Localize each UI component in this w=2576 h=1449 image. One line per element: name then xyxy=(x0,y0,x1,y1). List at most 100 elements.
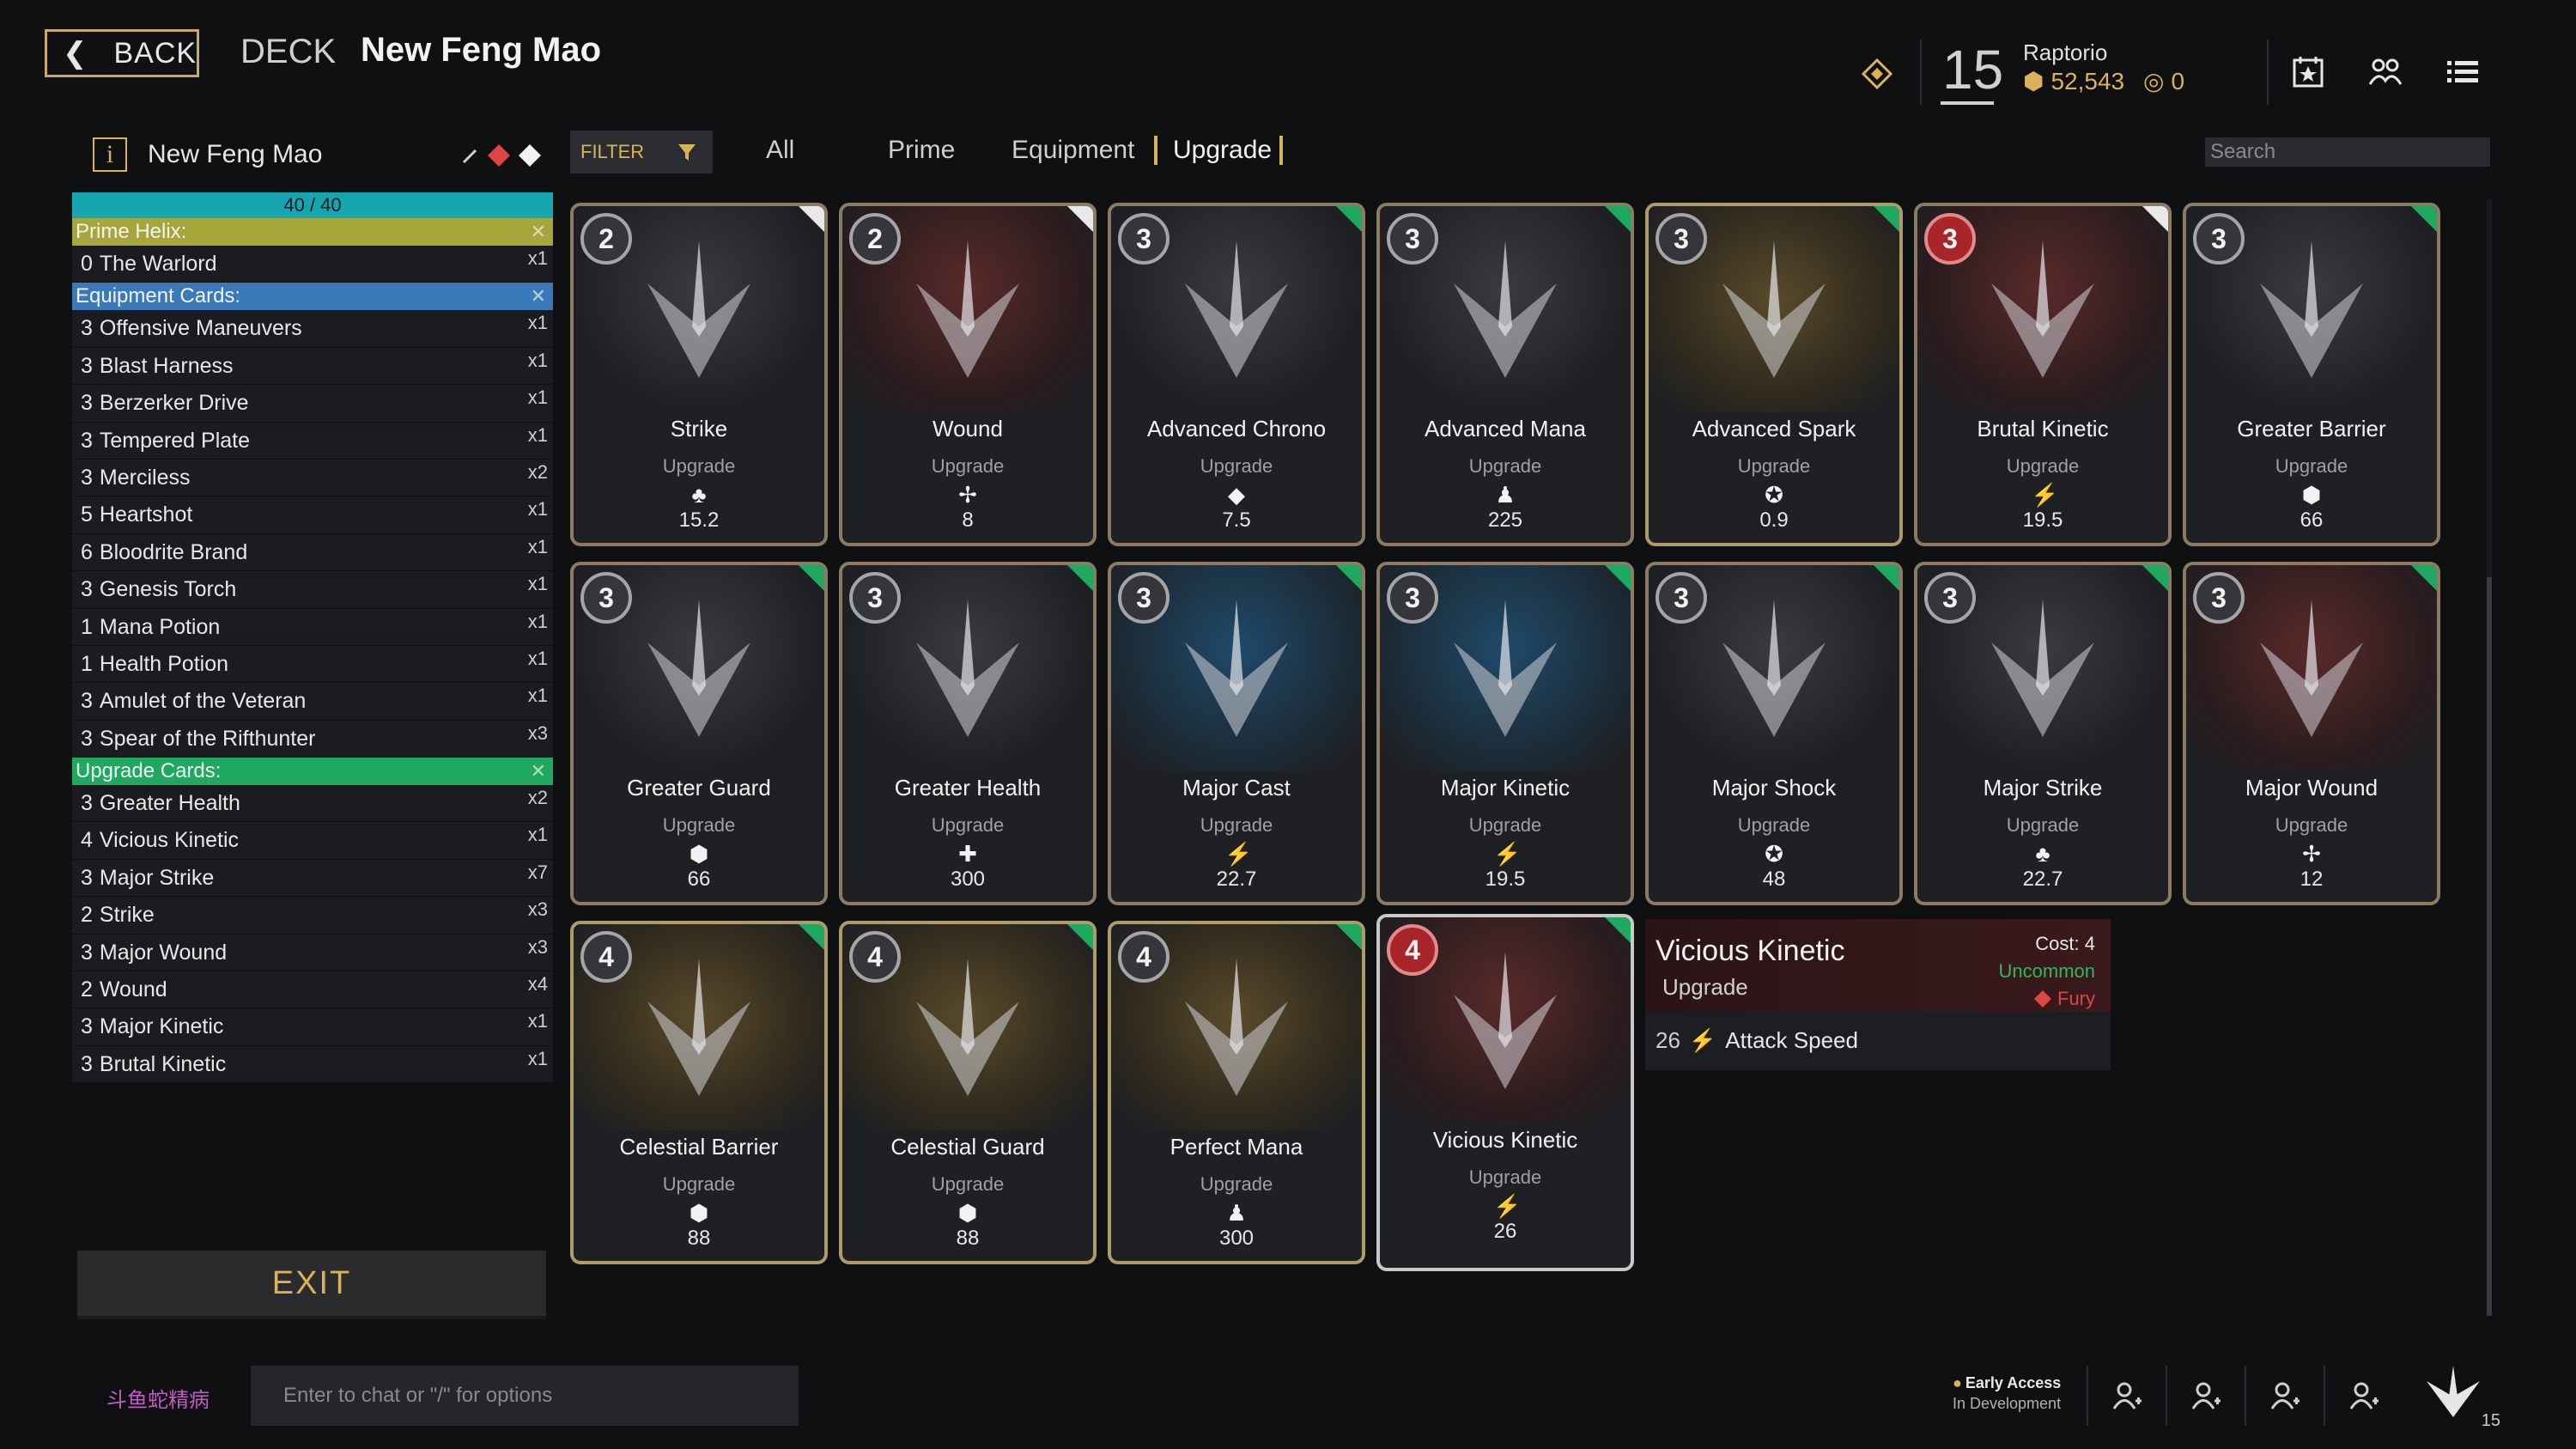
deck-card-row[interactable]: 3 Major Strike x7 xyxy=(72,859,553,898)
search-input[interactable] xyxy=(2205,137,2490,167)
deck-card-row[interactable]: 3 Greater Health x2 xyxy=(72,785,553,823)
tab-upgrade[interactable]: Upgrade xyxy=(1173,136,1272,165)
deck-card-row[interactable]: 6 Bloodrite Brand x1 xyxy=(72,533,553,572)
deck-card-row[interactable]: 3 Amulet of the Veteran x1 xyxy=(72,683,553,721)
prime-header[interactable]: Prime Helix: ✕ xyxy=(72,218,553,246)
card-type: Upgrade xyxy=(1200,814,1273,836)
tab-equipment[interactable]: Equipment xyxy=(1012,136,1134,165)
tooltip-header: Vicious Kinetic Upgrade Cost: 4 Uncommon… xyxy=(1645,919,2111,1012)
filter-button[interactable]: FILTER xyxy=(570,131,713,174)
deck-card-row[interactable]: 3 Merciless x2 xyxy=(72,459,553,497)
deck-card-row[interactable]: 5 Heartshot x1 xyxy=(72,496,553,534)
pencil-icon[interactable] xyxy=(460,145,481,166)
card-corner-marker xyxy=(1874,565,1899,591)
deck-card-row[interactable]: 3 Major Wound x3 xyxy=(72,934,553,972)
upgrade-card[interactable]: 4 Celestial Barrier Upgrade ⬢ 88 xyxy=(570,921,828,1264)
party-slot-2[interactable] xyxy=(2166,1366,2245,1426)
deck-card-cost: 5 xyxy=(81,502,93,527)
deck-card-cost: 6 xyxy=(81,539,93,564)
card-stat-value: 22.7 xyxy=(2022,868,2063,891)
deck-card-label: Berzerker Drive xyxy=(99,391,249,416)
chrono-icon: ◆ xyxy=(1228,482,1245,508)
deck-card-row[interactable]: 3 Berzerker Drive x1 xyxy=(72,385,553,423)
kinetic-icon: ⚡ xyxy=(1493,1193,1522,1219)
upgrade-card[interactable]: 2 Wound Upgrade ✢ 8 xyxy=(839,203,1097,546)
club-icon: ♣ xyxy=(2035,841,2050,867)
deck-card-row[interactable]: 3 Genesis Torch x1 xyxy=(72,571,553,609)
upgrade-card[interactable]: 3 Greater Barrier Upgrade ⬢ 66 xyxy=(2183,203,2440,546)
upgrade-card[interactable]: 3 Greater Health Upgrade ✚ 300 xyxy=(839,562,1097,905)
equipment-header[interactable]: Equipment Cards: ✕ xyxy=(72,283,553,311)
tab-indicator-right xyxy=(1279,136,1283,165)
deck-card-row[interactable]: 1 Mana Potion x1 xyxy=(72,608,553,646)
deck-card-row[interactable]: 1 Health Potion x1 xyxy=(72,645,553,684)
quest-diamond-icon[interactable] xyxy=(1862,58,1893,89)
card-name: Major Strike xyxy=(1983,775,2103,801)
upgrade-card[interactable]: 3 Advanced Chrono Upgrade ◆ 7.5 xyxy=(1108,203,1365,546)
deck-card-row[interactable]: 3 Spear of the Rifthunter x3 xyxy=(72,720,553,758)
deck-card-row[interactable]: 3 Major Kinetic x1 xyxy=(72,1008,553,1046)
party-slot-4[interactable] xyxy=(2324,1366,2403,1426)
party-slot-3[interactable] xyxy=(2245,1366,2324,1426)
deck-card-row[interactable]: 2 Wound x4 xyxy=(72,971,553,1009)
upgrade-card[interactable]: 2 Strike Upgrade ♣ 15.2 xyxy=(570,203,828,546)
card-cost-badge: 4 xyxy=(580,931,632,983)
tab-all[interactable]: All xyxy=(766,136,794,165)
upgrade-card[interactable]: 3 Major Wound Upgrade ✢ 12 xyxy=(2183,562,2440,905)
upgrade-card[interactable]: 3 Advanced Mana Upgrade ♟ 225 xyxy=(1376,203,1634,546)
deck-card-cost: 3 xyxy=(81,316,93,341)
calendar-star-icon[interactable] xyxy=(2289,53,2327,91)
menu-list-icon[interactable] xyxy=(2444,53,2482,91)
back-button[interactable]: ❮ BACK xyxy=(45,29,199,77)
upgrade-card[interactable]: 4 Vicious Kinetic Upgrade ⚡ 26 xyxy=(1376,914,1634,1271)
divider xyxy=(2267,40,2269,105)
card-name: Major Wound xyxy=(2245,775,2379,801)
deck-card-row[interactable]: 3 Offensive Maneuvers x1 xyxy=(72,310,553,348)
scrollbar-thumb[interactable] xyxy=(2487,577,2492,1316)
card-name: Greater Health xyxy=(894,775,1042,801)
upgrade-card[interactable]: 3 Brutal Kinetic Upgrade ⚡ 19.5 xyxy=(1914,203,2172,546)
chat-input[interactable] xyxy=(251,1366,799,1426)
tooltip-cost: Cost: 4 xyxy=(2035,933,2095,954)
upgrade-card[interactable]: 3 Major Kinetic Upgrade ⚡ 19.5 xyxy=(1376,562,1634,905)
mana-icon: ♟ xyxy=(1226,1200,1247,1226)
party-slot-1[interactable] xyxy=(2087,1366,2166,1426)
deck-card-label: Strike xyxy=(99,903,155,928)
deck-card-row[interactable]: 2 Strike x3 xyxy=(72,897,553,935)
tab-prime[interactable]: Prime xyxy=(888,136,955,165)
deck-card-quantity: x1 xyxy=(527,1010,548,1032)
deck-card-row[interactable]: 0 The Warlord x1 xyxy=(72,246,553,283)
deck-card-row[interactable]: 3 Brutal Kinetic x1 xyxy=(72,1045,553,1084)
card-cost-badge: 4 xyxy=(849,931,901,983)
wound-icon: ✢ xyxy=(958,482,977,508)
card-corner-marker xyxy=(1336,924,1362,950)
card-name: Wound xyxy=(933,416,1003,441)
upgrade-card[interactable]: 4 Perfect Mana Upgrade ♟ 300 xyxy=(1108,921,1365,1264)
card-type: Upgrade xyxy=(1468,814,1542,836)
upgrade-header[interactable]: Upgrade Cards: ✕ xyxy=(72,758,553,786)
upgrade-card[interactable]: 3 Major Cast Upgrade ⚡ 22.7 xyxy=(1108,562,1365,905)
friends-icon[interactable] xyxy=(2366,53,2404,91)
card-type: Upgrade xyxy=(931,455,1005,477)
deck-card-row[interactable]: 3 Blast Harness x1 xyxy=(72,347,553,386)
player-emblem[interactable]: 15 xyxy=(2423,1362,2500,1431)
card-stat-value: 88 xyxy=(687,1227,711,1250)
deck-card-label: Brutal Kinetic xyxy=(99,1051,227,1076)
upgrade-card[interactable]: 3 Major Shock Upgrade ✪ 48 xyxy=(1645,562,1903,905)
deck-card-quantity: x1 xyxy=(527,349,548,371)
upgrade-card[interactable]: 3 Advanced Spark Upgrade ✪ 0.9 xyxy=(1645,203,1903,546)
upgrade-card[interactable]: 3 Greater Guard Upgrade ⬢ 66 xyxy=(570,562,828,905)
deck-card-quantity: x2 xyxy=(527,787,548,809)
secondary-currency: ◎ 0 xyxy=(2143,67,2184,95)
info-icon[interactable]: i xyxy=(93,137,127,172)
deck-card-label: Spear of the Rifthunter xyxy=(99,726,316,751)
upgrade-card[interactable]: 3 Major Strike Upgrade ♣ 22.7 xyxy=(1914,562,2172,905)
deck-card-row[interactable]: 4 Vicious Kinetic x1 xyxy=(72,822,553,860)
deck-card-label: Genesis Torch xyxy=(99,577,237,602)
card-cost-badge: 3 xyxy=(1924,572,1976,624)
exit-button[interactable]: EXIT xyxy=(77,1251,546,1319)
upgrade-card[interactable]: 4 Celestial Guard Upgrade ⬢ 88 xyxy=(839,921,1097,1264)
deck-card-cost: 2 xyxy=(81,903,93,928)
deck-card-quantity: x1 xyxy=(527,610,548,632)
deck-card-row[interactable]: 3 Tempered Plate x1 xyxy=(72,422,553,460)
